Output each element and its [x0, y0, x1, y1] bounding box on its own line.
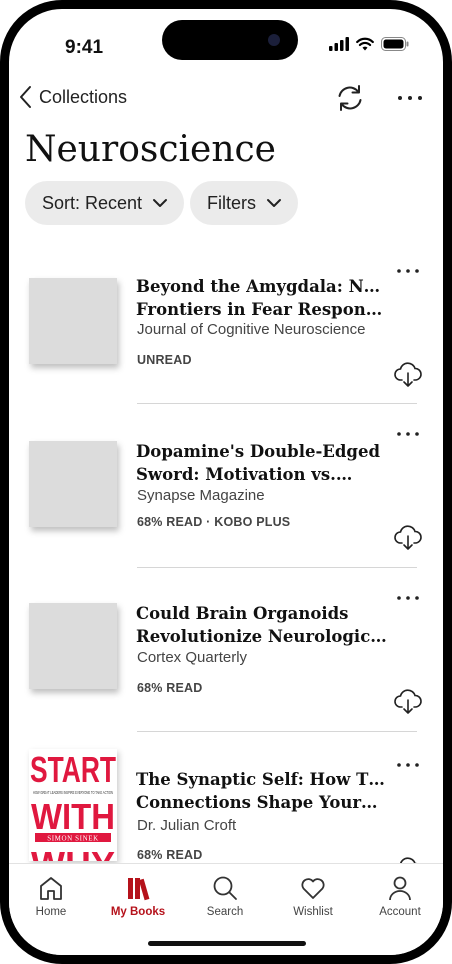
item-title-line: The Synaptic Self: How Tiny [136, 770, 388, 789]
item-status: 68% READ [137, 848, 203, 862]
item-title[interactable]: The Synaptic Self: How Tiny Connections … [136, 768, 388, 814]
wifi-icon [356, 37, 374, 51]
cloud-download-icon [394, 525, 422, 550]
books-icon [128, 878, 150, 901]
book-cover-start-with-why[interactable]: START HOW GREAT LEADERS INSPIRE EVERYONE… [29, 749, 117, 861]
download-button[interactable] [393, 522, 423, 552]
item-source: Synapse Magazine [137, 487, 265, 504]
tab-bar: Home My Books Search Wishlist Account [9, 863, 443, 955]
cloud-download-icon [394, 362, 422, 387]
more-horizontal-icon [397, 596, 419, 600]
download-button[interactable] [393, 359, 423, 389]
status-time: 9:41 [65, 37, 104, 58]
item-cover-placeholder[interactable] [29, 603, 117, 689]
item-source: Journal of Cognitive Neuroscience [137, 321, 366, 338]
nav-row: Collections [9, 77, 443, 121]
item-more-button[interactable] [393, 753, 423, 777]
status-icons [329, 37, 409, 51]
tab-search[interactable]: Search [185, 874, 265, 918]
home-icon [40, 877, 62, 900]
heart-icon [301, 878, 325, 899]
item-title-line: Could Brain Organoids [136, 604, 349, 623]
sync-icon [338, 85, 362, 111]
item-title-line: Dopamine's Double-Edged [136, 442, 380, 461]
item-source: Dr. Julian Croft [137, 817, 237, 834]
item-cover-placeholder[interactable] [29, 441, 117, 527]
cover-tagline: HOW GREAT LEADERS INSPIRE EVERYONE TO TA… [33, 790, 113, 795]
item-more-button[interactable] [393, 259, 423, 283]
chevron-down-icon [153, 199, 168, 207]
tab-label: Home [35, 906, 67, 918]
item-divider [137, 567, 417, 568]
home-indicator [148, 941, 306, 946]
more-options-button[interactable] [395, 83, 425, 113]
item-title[interactable]: Could Brain Organoids Revolutionize Neur… [136, 602, 388, 648]
tab-label: Search [206, 906, 244, 918]
item-status: UNREAD [137, 353, 192, 367]
cover-author: SIMON SINEK [47, 835, 99, 843]
item-title[interactable]: Dopamine's Double-Edged Sword: Motivatio… [136, 440, 388, 486]
tab-my-books[interactable]: My Books [98, 874, 178, 918]
item-divider [137, 403, 417, 404]
search-icon [213, 876, 237, 900]
sort-button[interactable]: Sort: Recent [25, 181, 185, 225]
more-horizontal-icon [397, 763, 419, 767]
sync-button[interactable] [335, 83, 365, 113]
more-horizontal-icon [398, 96, 422, 100]
filters-button[interactable]: Filters [190, 181, 299, 225]
phone-frame: 9:41 Collections Neuroscience Sort: Rece… [0, 0, 452, 964]
tab-home[interactable]: Home [11, 874, 91, 918]
item-more-button[interactable] [393, 586, 423, 610]
cloud-download-icon [394, 689, 422, 714]
back-button[interactable]: Collections [19, 85, 127, 109]
item-source: Cortex Quarterly [137, 649, 248, 666]
cover-line1: START [30, 749, 116, 790]
chevron-down-icon [267, 199, 282, 207]
item-title[interactable]: Beyond the Amygdala: New Frontiers in Fe… [136, 275, 388, 321]
dynamic-island [162, 20, 298, 60]
battery-icon [381, 37, 409, 51]
tab-wishlist[interactable]: Wishlist [273, 874, 353, 918]
camera-icon [268, 34, 280, 46]
item-divider [137, 731, 417, 732]
book-cover-art: START HOW GREAT LEADERS INSPIRE EVERYONE… [29, 749, 117, 861]
chevron-left-icon [20, 86, 31, 108]
more-horizontal-icon [397, 432, 419, 436]
item-more-button[interactable] [393, 422, 423, 446]
tab-label: Wishlist [293, 906, 333, 918]
tab-account[interactable]: Account [360, 874, 440, 918]
status-bar: 9:41 [9, 9, 443, 79]
sort-label: Sort: Recent [42, 192, 143, 213]
filters-label: Filters [207, 192, 257, 213]
item-title-line: Revolutionize Neurologic… [136, 627, 387, 646]
item-title-line: Sword: Motivation vs.… [136, 465, 353, 484]
item-status: 68% READ [137, 681, 203, 695]
item-cover-placeholder[interactable] [29, 278, 117, 364]
item-title-line: Frontiers in Fear Respons… [136, 300, 388, 319]
user-icon [389, 876, 411, 901]
cover-line3: WHY [31, 844, 115, 861]
page-title: Neuroscience [25, 129, 276, 170]
tab-label: Account [379, 906, 421, 918]
back-label: Collections [39, 86, 128, 107]
more-horizontal-icon [397, 269, 419, 273]
item-title-line: Connections Shape Your… [136, 793, 378, 812]
download-button[interactable] [393, 686, 423, 716]
filter-chips: Sort: Recent Filters [25, 181, 299, 225]
tab-label: My Books [110, 906, 166, 918]
item-title-line: Beyond the Amygdala: New [136, 277, 388, 296]
signal-icon [329, 37, 349, 51]
cover-line2: WITH [31, 796, 115, 837]
item-status: 68% READ · KOBO PLUS [137, 515, 291, 529]
